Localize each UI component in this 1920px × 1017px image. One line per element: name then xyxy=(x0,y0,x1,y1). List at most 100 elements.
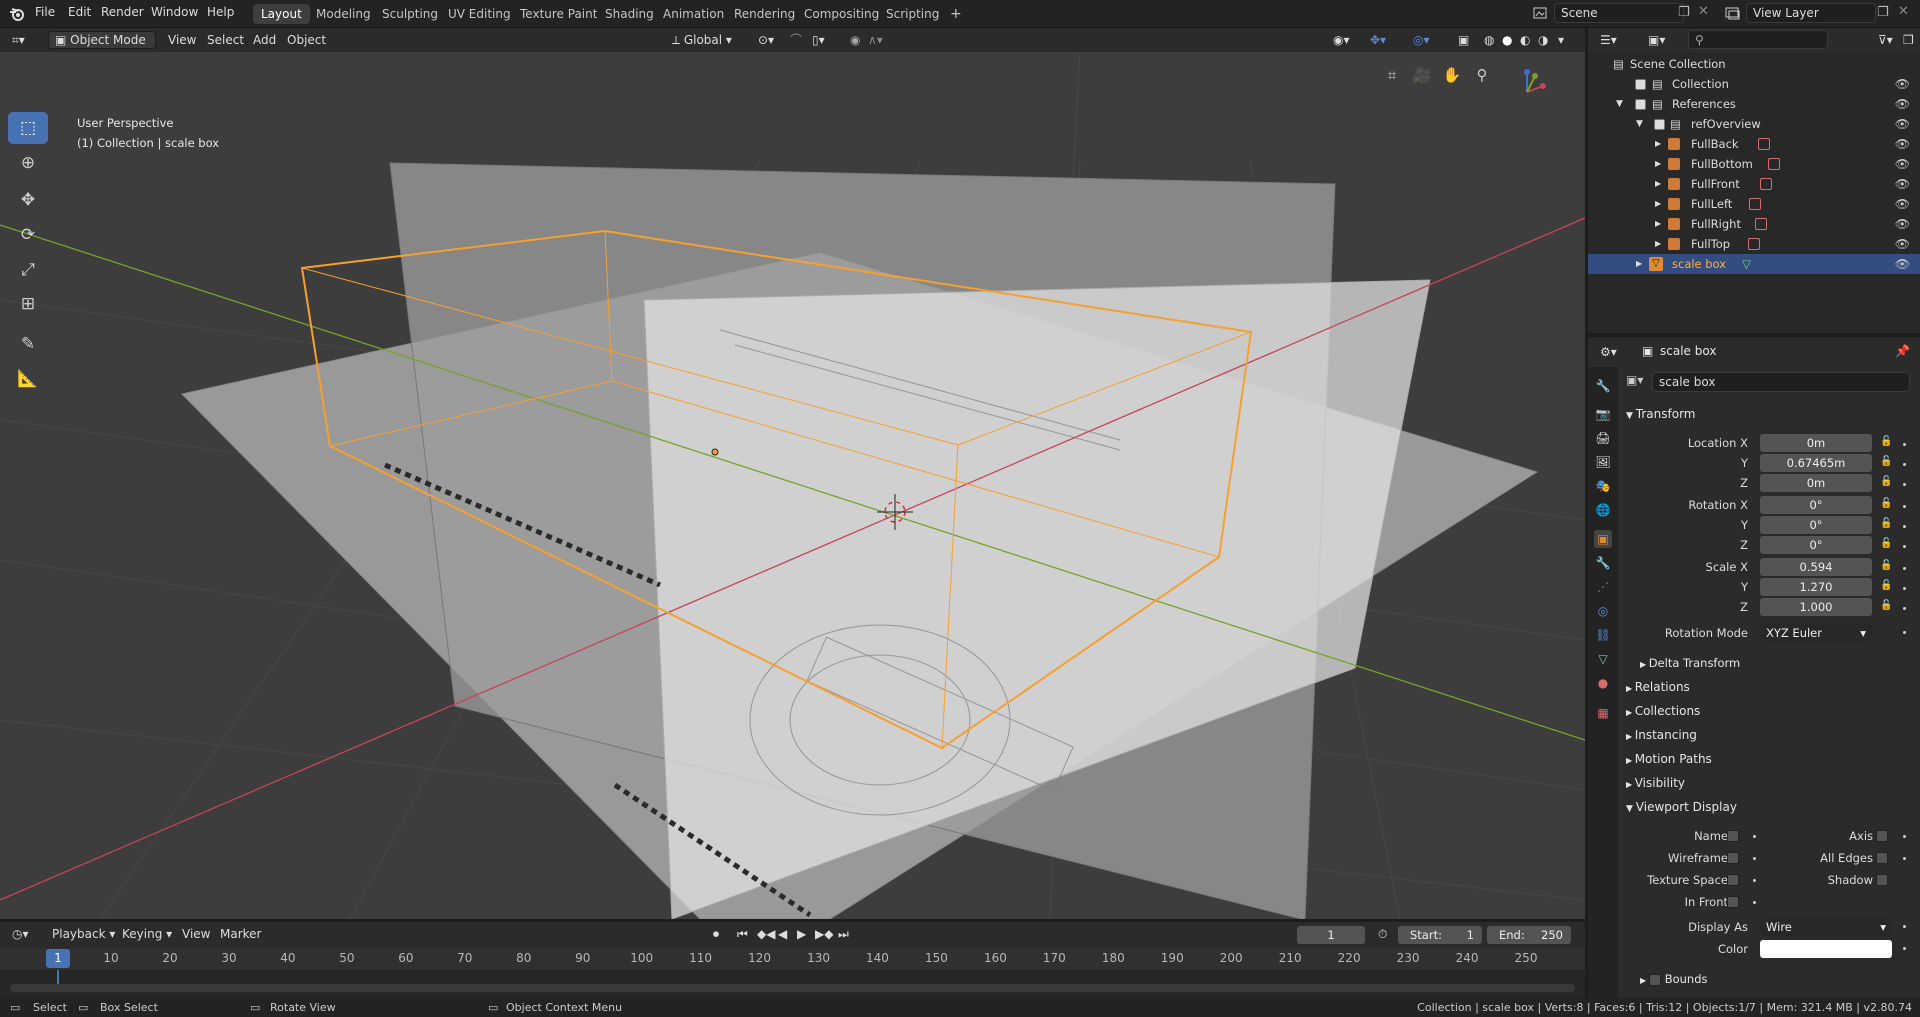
outliner-editor-type-icon[interactable]: ☰▾ xyxy=(1600,31,1617,49)
menu-object[interactable]: Object xyxy=(287,31,326,49)
lock-icon[interactable]: 🔓 xyxy=(1880,538,1892,549)
object-name-field[interactable]: scale box xyxy=(1652,372,1910,392)
expand-arrow-icon[interactable]: ▼ xyxy=(1616,94,1623,114)
expand-arrow-icon[interactable]: ▼ xyxy=(1636,114,1643,134)
data-tab-icon[interactable]: ▽ xyxy=(1594,650,1612,668)
keyframe-dot[interactable] xyxy=(1753,901,1756,904)
location-x-field[interactable]: 0m xyxy=(1760,434,1872,452)
scene-tab-icon[interactable]: 🎭 xyxy=(1594,477,1612,495)
axis-navigation-gizmo[interactable] xyxy=(1505,62,1549,106)
all-edges-checkbox[interactable] xyxy=(1876,852,1888,864)
expand-arrow-icon[interactable]: ▶ xyxy=(1655,174,1661,194)
menu-window[interactable]: Window xyxy=(151,5,198,19)
scale-x-field[interactable]: 0.594 xyxy=(1760,558,1872,576)
close-view-layer-icon[interactable]: ✕ xyxy=(1898,4,1909,19)
next-keyframe-icon[interactable]: ▶◆ xyxy=(815,925,833,943)
rotate-tool-icon[interactable]: ⟳ xyxy=(8,219,48,251)
zoom-view-icon[interactable]: ⚲ xyxy=(1469,62,1495,88)
add-workspace-button[interactable]: + xyxy=(942,4,970,24)
expand-arrow-icon[interactable]: ▶ xyxy=(1636,254,1642,274)
keyframe-dot[interactable] xyxy=(1753,835,1756,838)
material-tab-icon[interactable]: ● xyxy=(1594,674,1612,692)
menu-edit[interactable]: Edit xyxy=(68,5,91,19)
current-frame-field[interactable]: 1 xyxy=(1297,926,1365,944)
eye-icon[interactable]: 👁 xyxy=(1895,74,1910,94)
keyframe-dot[interactable] xyxy=(1903,545,1906,548)
pin-icon[interactable]: 📌 xyxy=(1895,344,1910,358)
lock-icon[interactable]: 🔓 xyxy=(1880,498,1892,509)
bounds-subpanel[interactable]: ▶ Bounds xyxy=(1640,972,1708,986)
lock-icon[interactable]: 🔓 xyxy=(1880,600,1892,611)
particles-tab-icon[interactable]: ⋰ xyxy=(1594,578,1612,596)
modifiers-tab-icon[interactable]: 🔧 xyxy=(1594,554,1612,572)
end-frame-field[interactable]: End: 250 xyxy=(1487,926,1571,944)
lock-icon[interactable]: 🔓 xyxy=(1880,456,1892,467)
color-swatch[interactable] xyxy=(1760,940,1892,958)
mesh-data-icon[interactable]: ▽ xyxy=(1742,254,1751,274)
object-tab-icon[interactable]: ▣ xyxy=(1594,530,1612,548)
keyframe-dot[interactable] xyxy=(1903,857,1906,860)
menu-help[interactable]: Help xyxy=(207,5,234,19)
tab-uv-editing[interactable]: UV Editing xyxy=(440,4,519,24)
delta-transform-subpanel[interactable]: ▶ Delta Transform xyxy=(1640,656,1740,670)
keyframe-dot[interactable] xyxy=(1753,857,1756,860)
physics-tab-icon[interactable]: ◎ xyxy=(1594,602,1612,620)
lock-icon[interactable]: 🔓 xyxy=(1880,560,1892,571)
motion-paths-panel-header[interactable]: ▶ Motion Paths xyxy=(1626,752,1712,766)
image-data-icon[interactable] xyxy=(1758,138,1770,150)
tab-shading[interactable]: Shading xyxy=(597,4,662,24)
transform-panel-header[interactable]: ▼ Transform xyxy=(1626,407,1696,421)
exclude-checkbox[interactable] xyxy=(1635,99,1646,110)
keyframe-dot[interactable] xyxy=(1903,947,1906,950)
timeline-area[interactable] xyxy=(0,970,1585,998)
outliner-row-fullfront[interactable]: ▶ FullFront 👁 xyxy=(1588,174,1920,194)
shading-rendered-icon[interactable]: ◑ xyxy=(1538,31,1548,49)
toggle-grid-icon[interactable]: ⌗ xyxy=(1379,62,1405,88)
constraints-tab-icon[interactable]: ⛓ xyxy=(1594,626,1612,644)
keyframe-dot[interactable] xyxy=(1903,483,1906,486)
scale-y-field[interactable]: 1.270 xyxy=(1760,578,1872,596)
rotation-mode-dropdown[interactable]: XYZ Euler ▾ xyxy=(1760,624,1872,642)
shading-material-icon[interactable]: ◐ xyxy=(1520,31,1530,49)
keyframe-dot[interactable] xyxy=(1903,525,1906,528)
keyframe-dot[interactable] xyxy=(1753,879,1756,882)
texture-space-checkbox[interactable] xyxy=(1727,874,1739,886)
exclude-checkbox[interactable] xyxy=(1635,79,1646,90)
world-tab-icon[interactable]: 🌐 xyxy=(1594,501,1612,519)
outliner-row-fullleft[interactable]: ▶ FullLeft 👁 xyxy=(1588,194,1920,214)
menu-render[interactable]: Render xyxy=(101,5,144,19)
shading-solid-icon[interactable]: ● xyxy=(1502,31,1512,49)
timeline-scrollbar[interactable] xyxy=(10,984,1575,992)
outliner-row-references[interactable]: ▼ ▤ References 👁 xyxy=(1588,94,1920,114)
outliner-search-input[interactable]: ⚲ xyxy=(1688,30,1828,49)
eye-icon[interactable]: 👁 xyxy=(1895,214,1910,234)
image-data-icon[interactable] xyxy=(1760,178,1772,190)
editor-type-icon[interactable]: ⌗▾ xyxy=(12,31,25,49)
mode-selector[interactable]: ▣ Object Mode ▾ xyxy=(48,31,156,63)
tab-animation[interactable]: Animation xyxy=(655,4,732,24)
snap-target-icon[interactable]: ▯▾ xyxy=(812,31,825,49)
shading-wireframe-icon[interactable]: ◍ xyxy=(1484,31,1494,49)
display-mode-icon[interactable]: ▣▾ xyxy=(1648,31,1665,49)
lock-icon[interactable]: 🔓 xyxy=(1880,476,1892,487)
xray-icon[interactable]: ▣ xyxy=(1458,31,1469,49)
texture-tab-icon[interactable]: ▦ xyxy=(1594,704,1612,722)
timeline-ruler[interactable]: 1 10 20 30 40 50 60 70 80 90 100 110 120 130 140 150 160… xyxy=(0,948,1585,970)
play-icon[interactable]: ▶ xyxy=(797,925,806,943)
viewport-display-panel-header[interactable]: ▼ Viewport Display xyxy=(1626,800,1737,814)
menu-keying[interactable]: Keying ▾ xyxy=(122,925,172,943)
jump-start-icon[interactable]: ⏮ xyxy=(737,925,748,943)
new-scene-icon[interactable]: ❐ xyxy=(1678,5,1690,20)
outliner-row-collection[interactable]: ▤ Collection 👁 xyxy=(1588,74,1920,94)
instancing-panel-header[interactable]: ▶ Instancing xyxy=(1626,728,1697,742)
outliner-row-fullbottom[interactable]: ▶ FullBottom 👁 xyxy=(1588,154,1920,174)
stopwatch-icon[interactable]: ⏱ xyxy=(1378,925,1387,943)
new-view-layer-icon[interactable]: ❐ xyxy=(1877,5,1889,20)
menu-file[interactable]: File xyxy=(35,5,55,19)
exclude-checkbox[interactable] xyxy=(1654,119,1665,130)
output-tab-icon[interactable]: 🖨 xyxy=(1594,429,1612,447)
camera-view-icon[interactable]: 🎥 xyxy=(1409,62,1435,88)
name-checkbox[interactable] xyxy=(1727,830,1739,842)
scene-selector[interactable]: Scene xyxy=(1554,3,1684,23)
display-as-dropdown[interactable]: Wire ▾ xyxy=(1760,918,1892,936)
